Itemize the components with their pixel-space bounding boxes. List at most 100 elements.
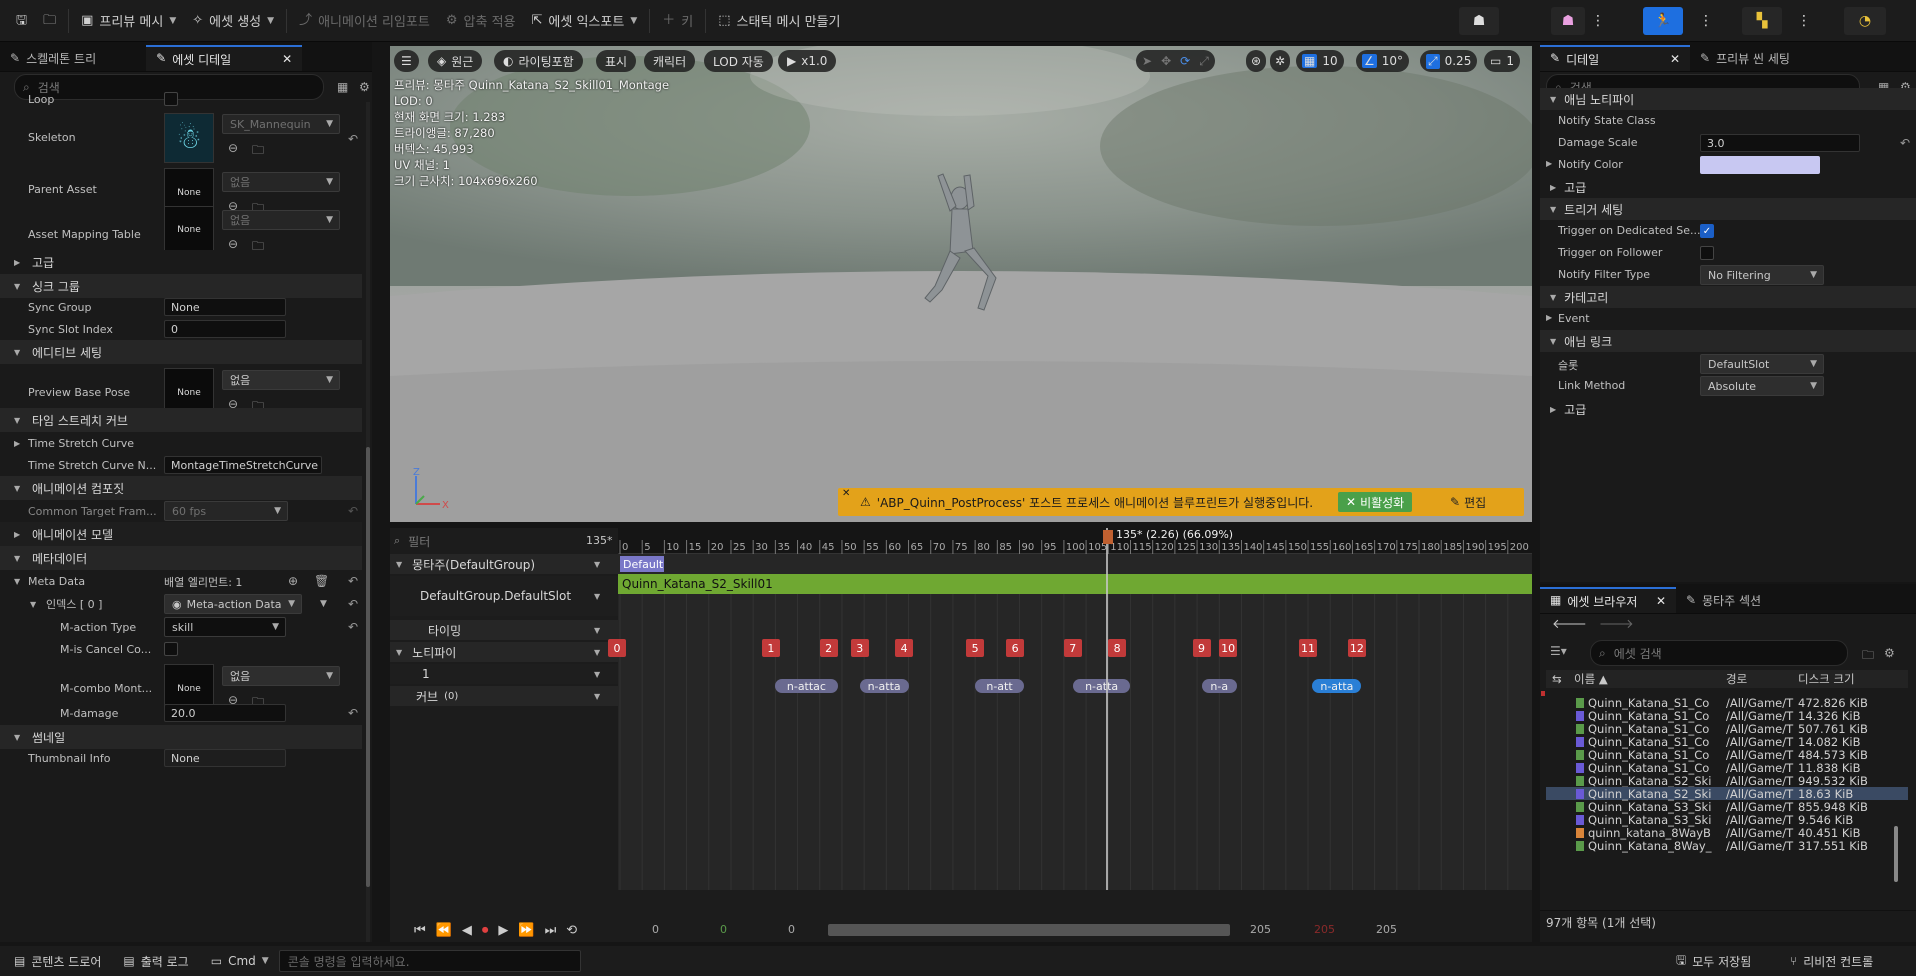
montage-group-track[interactable]: ▼ 몽타주(DefaultGroup) ▼ (390, 554, 618, 574)
range-end-value[interactable]: 205 (1376, 923, 1397, 936)
notify-track[interactable]: ▼ 노티파이 ▼ (390, 642, 618, 662)
notify-state[interactable]: n-att (975, 679, 1024, 693)
reset-icon[interactable]: ↶ (348, 574, 358, 588)
scale-icon[interactable]: ⤢ (1199, 54, 1209, 69)
browse-button[interactable]: 🗀 (35, 6, 64, 36)
trigger-dedicated-checkbox[interactable]: ✓ (1700, 224, 1714, 238)
play-end-value[interactable]: 205 (1314, 923, 1335, 936)
parent-asset-dropdown[interactable]: 없음 ▼ (222, 172, 340, 192)
chevron-down-icon[interactable]: ▼ (594, 592, 600, 601)
preview-base-pose-dropdown[interactable]: 없음 ▼ (222, 370, 340, 390)
meta-action-class-dropdown[interactable]: ◉ Meta-action Data ▼ (164, 594, 302, 614)
gear-icon[interactable]: ⚙ (1884, 646, 1895, 660)
playhead-handle[interactable] (1103, 530, 1113, 544)
skeleton-thumbnail[interactable]: ☃ (164, 113, 214, 163)
sync-group-field[interactable]: None (164, 298, 286, 316)
close-icon[interactable]: ✕ (1670, 52, 1680, 66)
asset-row[interactable]: Quinn_Katana_8Way_ /All/Game/T 317.551 KiB (1546, 839, 1908, 853)
timing-marker[interactable]: 12 (1347, 639, 1366, 657)
camera-speed-button[interactable]: ▭ 1 (1484, 50, 1520, 72)
reimport-anim-button[interactable]: ⤴ 애니메이션 리임포트 (291, 6, 438, 36)
content-drawer-button[interactable]: ▤ 콘텐츠 드로어 (8, 949, 107, 973)
move-icon[interactable]: ✥ (1161, 54, 1171, 68)
timing-marker[interactable]: 8 (1108, 639, 1127, 657)
select-icon[interactable]: ➤ (1142, 54, 1152, 68)
create-asset-button[interactable]: ✧ 에셋 생성 ▼ (184, 6, 282, 36)
close-icon[interactable]: ✕ (842, 488, 850, 499)
timing-marker[interactable]: 9 (1192, 639, 1211, 657)
slot-track[interactable]: DefaultGroup.DefaultSlot ▼ (390, 576, 618, 616)
timing-marker[interactable]: 0 (608, 639, 626, 657)
chevron-down-icon[interactable]: ▼ (594, 560, 600, 569)
sync-group-section[interactable]: ▼ 싱크 그룹 (0, 274, 362, 298)
perspective-button[interactable]: ◈ 원근 (428, 50, 483, 72)
category-section[interactable]: ▼ 카테고리 (1540, 286, 1916, 308)
disable-button[interactable]: ✕ 비활성화 (1338, 492, 1413, 512)
save-all-button[interactable]: 🖫 모두 저장됨 (1676, 951, 1751, 972)
grid-snap-button[interactable]: ▦ 10 (1296, 50, 1344, 72)
skip-start-icon[interactable]: ⏮ (414, 923, 426, 938)
angle-snap-button[interactable]: ∠ 10° (1356, 50, 1410, 72)
additive-section[interactable]: ▼ 에디티브 세팅 (0, 340, 362, 364)
advanced-section[interactable]: ▶ 고급 (0, 250, 362, 274)
reset-icon[interactable]: ↶ (1900, 136, 1910, 150)
anim-model-section[interactable]: ▶ 애니메이션 모델 (0, 522, 362, 546)
reset-icon[interactable]: ↶ (348, 597, 358, 611)
surface-snap-button[interactable]: ✲ (1270, 50, 1291, 72)
sync-slot-field[interactable]: 0 (164, 320, 286, 338)
folder-icon[interactable]: 🗀 (1862, 646, 1874, 667)
timing-marker[interactable]: 11 (1299, 639, 1318, 657)
play-reverse-icon[interactable]: ◀ (462, 923, 472, 938)
chevron-down-icon[interactable]: ▼ (320, 599, 327, 609)
asset-row[interactable]: Quinn_Katana_S3_Ski/All/Game/T 9.546 KiB (1546, 813, 1908, 827)
mesh-mode-button[interactable]: ☗ (1551, 7, 1585, 35)
common-target-dropdown[interactable]: 60 fps ▼ (164, 501, 288, 521)
chevron-down-icon[interactable]: ▼ (594, 670, 600, 679)
notify-sub-track[interactable]: 1 ▼ (390, 664, 618, 684)
timing-marker[interactable]: 1 (761, 639, 780, 657)
filter-icon[interactable]: ☰▾ (1550, 644, 1567, 658)
blueprint-mode-options[interactable]: ⋮ (1796, 7, 1812, 35)
timing-marker[interactable]: 2 (819, 639, 838, 657)
viewport-menu-button[interactable]: ☰ (394, 50, 419, 72)
revision-control-button[interactable]: ⑂ 리비전 컨트롤 (1790, 953, 1873, 970)
timing-marker[interactable]: 10 (1219, 639, 1238, 657)
thumbnail-info-field[interactable]: None (164, 749, 286, 767)
loop-checkbox[interactable] (164, 92, 178, 106)
edit-button[interactable]: ✎ 편집 (1442, 492, 1494, 512)
close-icon[interactable]: ✕ (282, 52, 292, 66)
anim-compression-section[interactable]: ▼ 애니메이션 컴포짓 (0, 476, 362, 500)
thumbnail-section[interactable]: ▼ 썸네일 (0, 725, 362, 749)
use-selected-icon[interactable]: ⊖ (228, 237, 238, 251)
rotate-icon[interactable]: ⟳ (1180, 54, 1190, 68)
advanced-section-2[interactable]: ▶ 고급 (1540, 398, 1916, 420)
chevron-down-icon[interactable]: ▼ (594, 626, 600, 635)
timing-marker[interactable]: 6 (1006, 639, 1025, 657)
preview-viewport[interactable]: ☰ ◈ 원근 ◐ 라이팅포함 표시 캐릭터 LOD 자동 ▶ x1.0 ➤ ✥ ⟳ ⤢ ⊛ … (390, 46, 1532, 522)
add-element-icon[interactable]: ⊕ (288, 574, 298, 588)
notify-state[interactable]: n-atta (1072, 679, 1131, 693)
trigger-section[interactable]: ▼ 트리거 세팅 (1540, 198, 1916, 220)
curves-track[interactable]: 커브 (0) ▼ (390, 686, 618, 706)
asset-row[interactable]: Quinn_Katana_S1_Co/All/Game/T 14.326 KiB (1546, 709, 1908, 723)
preview-mesh-button[interactable]: ▣ 프리뷰 메시 ▼ (73, 6, 184, 36)
tab-asset-details[interactable]: ✎ 에셋 디테일 ✕ (146, 45, 303, 71)
m-combo-dropdown[interactable]: 없음 ▼ (222, 666, 340, 686)
asset-scrollbar-thumb[interactable] (1894, 826, 1898, 882)
back-arrow-icon[interactable]: 🡐 (1552, 616, 1587, 632)
chevron-down-icon[interactable]: ▼ (14, 577, 20, 586)
slot-dropdown[interactable]: DefaultSlot ▼ (1700, 354, 1824, 374)
physics-mode-button[interactable]: ◔ (1844, 7, 1886, 35)
animation-mode-button[interactable]: 🏃 (1643, 7, 1683, 35)
apply-compression-button[interactable]: ⚙ 압축 적용 (438, 6, 524, 36)
view-start-value[interactable]: 0 (788, 923, 795, 936)
timeline-track-area[interactable]: Default Quinn_Katana_S2_Skill01 01234567… (608, 528, 1532, 890)
step-forward-icon[interactable]: ⏩ (518, 923, 534, 938)
world-local-button[interactable]: ⊛ (1246, 50, 1267, 72)
chevron-down-icon[interactable]: ▼ (594, 692, 600, 701)
lighting-button[interactable]: ◐ 라이팅포함 (494, 50, 583, 72)
asset-row[interactable]: Quinn_Katana_S1_Co/All/Game/T 507.761 KiB (1546, 722, 1908, 736)
console-input[interactable]: 콘솔 명령을 입력하세요. (278, 950, 581, 972)
advanced-section[interactable]: ▶ 고급 (1540, 176, 1916, 198)
chevron-right-icon[interactable]: ▶ (14, 439, 20, 448)
